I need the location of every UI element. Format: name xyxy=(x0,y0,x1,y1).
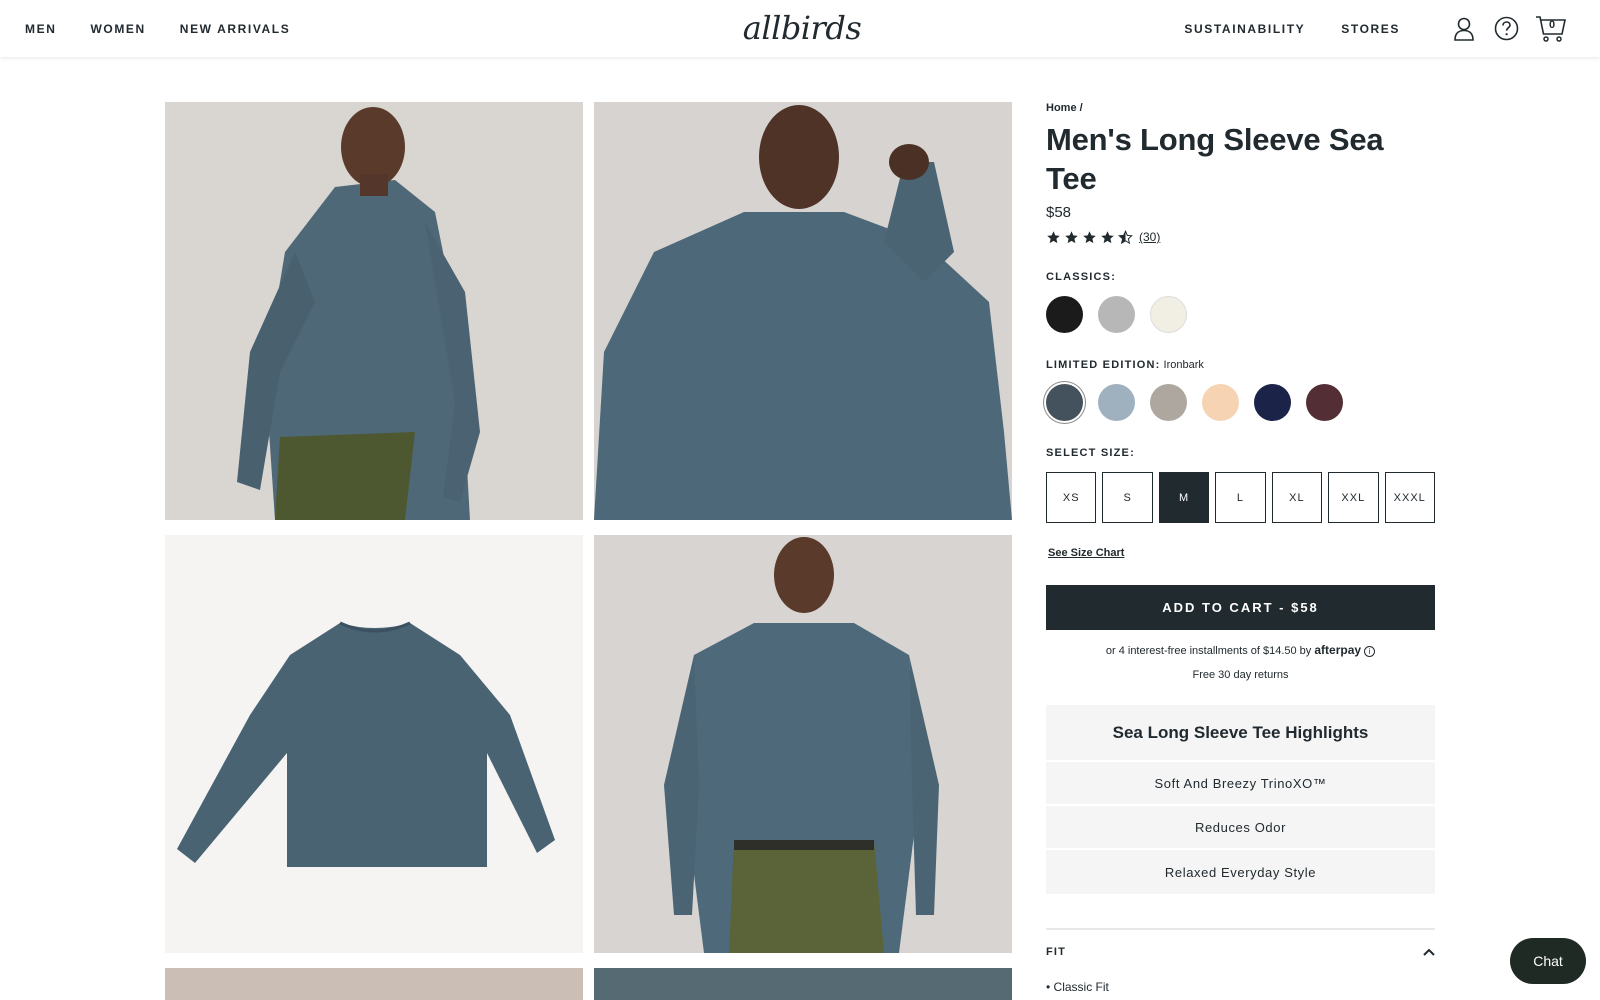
star-icon xyxy=(1101,230,1114,243)
classics-color-swatch[interactable] xyxy=(1150,296,1187,333)
limited-edition-heading: LIMITED EDITION: xyxy=(1046,359,1161,371)
product-price: $58 xyxy=(1046,204,1072,221)
nav-men[interactable]: MEN xyxy=(25,22,56,36)
limited-edition-label: LIMITED EDITION: Ironbark xyxy=(1046,359,1435,371)
star-icon xyxy=(1083,230,1096,243)
size-option-xxl[interactable]: XXL xyxy=(1328,472,1379,523)
star-icon xyxy=(1118,229,1133,244)
chevron-up-icon xyxy=(1423,943,1435,961)
size-option-xl[interactable]: XL xyxy=(1271,472,1323,523)
highlights-title: Sea Long Sleeve Tee Highlights xyxy=(1046,705,1435,762)
rating-stars xyxy=(1046,229,1133,245)
fit-label: FIT xyxy=(1046,946,1067,958)
limited-swatches xyxy=(1046,384,1435,421)
select-size-label: SELECT SIZE: xyxy=(1046,447,1135,459)
product-title: Men's Long Sleeve Sea Tee xyxy=(1046,122,1384,196)
cart-count-badge: 0 xyxy=(1549,18,1556,31)
chat-button[interactable]: Chat xyxy=(1510,938,1586,984)
product-rating[interactable]: (30) xyxy=(1046,229,1435,245)
product-image-4[interactable] xyxy=(594,535,1012,953)
size-option-s[interactable]: S xyxy=(1102,472,1153,523)
site-header: MEN WOMEN NEW ARRIVALS allbirds SUSTAINA… xyxy=(0,0,1600,57)
classics-swatches xyxy=(1046,296,1435,333)
product-image-2[interactable] xyxy=(594,102,1012,520)
highlight-item: Reduces Odor xyxy=(1046,806,1435,850)
afterpay-text: or 4 interest-free installments of $14.5… xyxy=(1105,645,1312,657)
highlights-box: Sea Long Sleeve Tee Highlights Soft And … xyxy=(1046,705,1435,894)
product-image-1[interactable] xyxy=(165,102,583,520)
nav-women[interactable]: WOMEN xyxy=(90,22,145,36)
breadcrumb[interactable]: Home / xyxy=(1046,102,1435,114)
nav-sustainability[interactable]: SUSTAINABILITY xyxy=(1184,22,1305,36)
size-option-xxxl[interactable]: XXXL xyxy=(1384,472,1435,523)
afterpay-brand: afterpay xyxy=(1314,643,1362,657)
product-details: Home / Men's Long Sleeve Sea Tee $58 (30… xyxy=(1046,102,1435,994)
nav-new-arrivals[interactable]: NEW ARRIVALS xyxy=(180,22,291,36)
size-selector: XS S M L XL XXL XXXL xyxy=(1046,472,1435,523)
primary-nav: MEN WOMEN NEW ARRIVALS xyxy=(25,0,324,57)
star-icon xyxy=(1047,230,1060,243)
help-icon[interactable] xyxy=(1492,15,1520,43)
classics-color-swatch[interactable] xyxy=(1046,296,1083,333)
limited-color-swatch[interactable] xyxy=(1046,384,1083,421)
limited-color-swatch[interactable] xyxy=(1098,384,1135,421)
limited-color-swatch[interactable] xyxy=(1150,384,1187,421)
product-image-3[interactable] xyxy=(165,535,583,953)
reviews-link[interactable]: (30) xyxy=(1139,230,1160,244)
size-option-l[interactable]: L xyxy=(1215,472,1266,523)
info-icon[interactable]: i xyxy=(1364,645,1376,657)
product-image-6[interactable] xyxy=(594,968,1012,1000)
size-option-xs[interactable]: XS xyxy=(1046,472,1097,523)
size-chart-link[interactable]: See Size Chart xyxy=(1048,547,1124,559)
cart-icon[interactable]: 0 xyxy=(1534,15,1568,43)
product-image-5[interactable] xyxy=(165,968,583,1000)
add-to-cart-button[interactable]: ADD TO CART - $58 xyxy=(1046,585,1435,630)
account-icon[interactable] xyxy=(1450,15,1478,43)
allbirds-logo[interactable]: allbirds xyxy=(742,6,862,50)
highlight-item: Soft And Breezy TrinoXO™ xyxy=(1046,762,1435,806)
fit-accordion-header[interactable]: FIT xyxy=(1046,928,1435,974)
fit-item: Classic Fit xyxy=(1053,980,1109,994)
limited-color-swatch[interactable] xyxy=(1254,384,1291,421)
fit-list: • Classic Fit xyxy=(1046,980,1109,994)
size-option-m[interactable]: M xyxy=(1158,472,1210,523)
classics-label: CLASSICS: xyxy=(1046,271,1117,283)
returns-info: Free 30 day returns xyxy=(1192,669,1289,681)
secondary-nav: SUSTAINABILITY STORES 0 xyxy=(1184,0,1568,57)
nav-stores[interactable]: STORES xyxy=(1341,22,1400,36)
selected-color-name: Ironbark xyxy=(1163,359,1204,371)
afterpay-info: or 4 interest-free installments of $14.5… xyxy=(1046,643,1435,657)
limited-color-swatch[interactable] xyxy=(1202,384,1239,421)
highlight-item: Relaxed Everyday Style xyxy=(1164,864,1317,880)
classics-color-swatch[interactable] xyxy=(1098,296,1135,333)
limited-color-swatch[interactable] xyxy=(1306,384,1343,421)
star-icon xyxy=(1065,230,1078,243)
